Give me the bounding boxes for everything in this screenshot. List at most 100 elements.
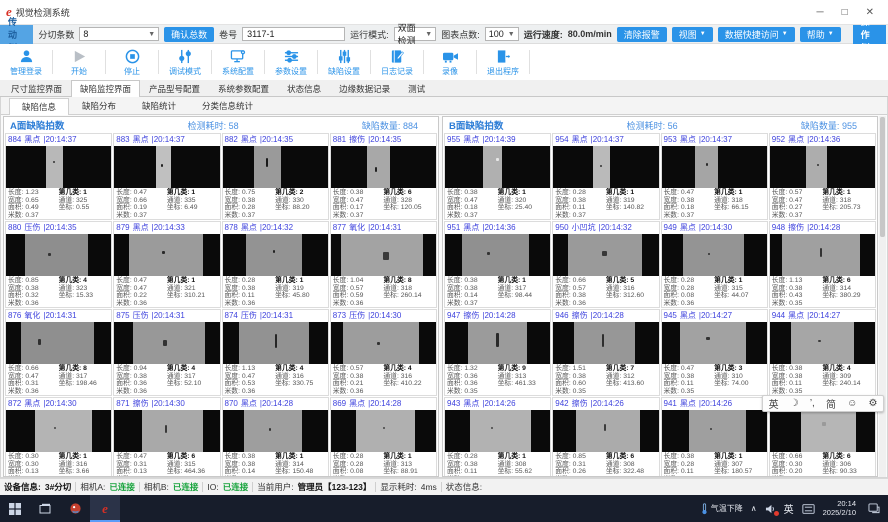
tab-edge-data-record[interactable]: 边缘数据记录 [330, 80, 399, 96]
run-mode-select[interactable]: 双面检测▼ [394, 27, 437, 41]
defect-image[interactable] [770, 410, 875, 453]
volume-icon[interactable] [765, 504, 776, 514]
maximize-button[interactable]: □ [842, 7, 848, 18]
tray-chevron-up-icon[interactable]: ∧ [751, 504, 757, 513]
subtab-defect-distribution[interactable]: 缺陷分布 [69, 97, 129, 114]
defect-image[interactable] [553, 146, 658, 189]
defect-image[interactable] [331, 234, 436, 277]
defect-cell[interactable]: 946 擦伤 |20:14:28 长度: 1.51 宽度: 0.38 面积: 0… [552, 309, 659, 396]
defect-image[interactable] [6, 322, 111, 365]
ime-simplified-toggle[interactable]: 简 [826, 396, 836, 411]
defect-cell[interactable]: 878 黑点 |20:14:32 长度: 0.28 宽度: 0.38 面积: 0… [222, 221, 329, 308]
defect-image[interactable] [553, 322, 658, 365]
touch-keyboard-icon[interactable] [802, 504, 815, 514]
defect-image[interactable] [331, 322, 436, 365]
defect-image[interactable] [445, 322, 550, 365]
defect-image[interactable] [662, 322, 767, 365]
defect-image[interactable] [6, 146, 111, 189]
defect-image[interactable] [553, 410, 658, 453]
subtab-defect-info[interactable]: 缺陷信息 [9, 98, 69, 115]
slit-count-select[interactable]: 8▼ [79, 27, 159, 41]
system-config-button[interactable]: 系统配置 [212, 45, 264, 79]
help-menu-button[interactable]: 帮助▼ [800, 27, 841, 42]
defect-cell[interactable]: 952 黑点 |20:14:36 长度: 0.57 宽度: 0.47 面积: 0… [769, 133, 876, 220]
defect-image[interactable] [662, 146, 767, 189]
defect-cell[interactable]: 873 压伤 |20:14:30 长度: 0.57 宽度: 0.38 面积: 0… [330, 309, 437, 396]
chart-points-select[interactable]: 100▼ [485, 27, 519, 41]
tab-defect-monitor[interactable]: 缺陷监控界面 [71, 80, 140, 97]
video-record-button[interactable]: 录像 [424, 45, 476, 79]
defect-cell[interactable]: 883 黑点 |20:14:37 长度: 0.47 宽度: 0.66 面积: 0… [113, 133, 220, 220]
defect-cell[interactable]: 950 小凹坑 |20:14:32 长度: 0.66 宽度: 0.57 面积: … [552, 221, 659, 308]
defect-cell[interactable]: 949 黑点 |20:14:30 长度: 0.28 宽度: 0.28 面积: 0… [661, 221, 768, 308]
parameter-settings-button[interactable]: 参数设置 [265, 45, 317, 79]
defect-cell[interactable]: 879 黑点 |20:14:33 长度: 0.47 宽度: 0.47 面积: 0… [113, 221, 220, 308]
defect-cell[interactable]: 884 黑点 |20:14:37 长度: 1.23 宽度: 0.65 面积: 0… [5, 133, 112, 220]
defect-image[interactable] [662, 234, 767, 277]
data-quick-access-button[interactable]: 数据快捷访问▼ [718, 27, 795, 42]
defect-cell[interactable]: 880 压伤 |20:14:35 长度: 0.85 宽度: 0.38 面积: 0… [5, 221, 112, 308]
defect-cell[interactable]: 881 擦伤 |20:14:35 长度: 0.38 宽度: 0.47 面积: 0… [330, 133, 437, 220]
ime-fullhalf-moon-icon[interactable]: ☽ [790, 398, 799, 409]
defect-cell[interactable]: 947 擦伤 |20:14:28 长度: 1.32 宽度: 0.36 面积: 0… [444, 309, 551, 396]
ime-settings-gear-icon[interactable]: ⚙ [868, 398, 877, 409]
defect-image[interactable] [223, 146, 328, 189]
defect-cell[interactable]: 871 擦伤 |20:14:30 长度: 0.47 宽度: 0.31 面积: 0… [113, 397, 220, 476]
defect-cell[interactable]: 874 压伤 |20:14:31 长度: 1.13 宽度: 0.47 面积: 0… [222, 309, 329, 396]
defect-image[interactable] [223, 234, 328, 277]
defect-cell[interactable]: 943 黑点 |20:14:26 长度: 0.28 宽度: 0.38 面积: 0… [444, 397, 551, 476]
start-button[interactable]: 开始 [53, 45, 105, 79]
defect-image[interactable] [770, 234, 875, 277]
defect-cell[interactable]: 942 擦伤 |20:14:26 长度: 0.85 宽度: 0.31 面积: 0… [552, 397, 659, 476]
tab-test[interactable]: 测试 [399, 80, 434, 96]
defect-image[interactable] [6, 410, 111, 453]
scrollbar-thumb[interactable] [880, 117, 885, 237]
defect-image[interactable] [445, 234, 550, 277]
subtab-class-info-statistics[interactable]: 分类信息统计 [189, 97, 266, 114]
defect-cell[interactable]: 954 黑点 |20:14:37 长度: 0.28 宽度: 0.38 面积: 0… [552, 133, 659, 220]
view-menu-button[interactable]: 视图▼ [672, 27, 713, 42]
defect-cell[interactable]: 869 黑点 |20:14:28 长度: 0.28 宽度: 0.28 面积: 0… [330, 397, 437, 476]
defect-cell[interactable]: 882 黑点 |20:14:35 长度: 0.75 宽度: 0.38 面积: 0… [222, 133, 329, 220]
tab-status-info[interactable]: 状态信息 [278, 80, 330, 96]
clear-alarm-button[interactable]: 清除报警 [617, 27, 667, 42]
task-view-icon[interactable] [30, 495, 60, 522]
exit-program-button[interactable]: 退出程序 [477, 45, 529, 79]
log-record-button[interactable]: 日志记录 [371, 45, 423, 79]
defect-image[interactable] [445, 410, 550, 453]
defect-image[interactable] [223, 322, 328, 365]
taskbar-clock[interactable]: 20:14 2025/2/10 [823, 500, 856, 517]
defect-image[interactable] [445, 146, 550, 189]
defect-cell[interactable]: 951 黑点 |20:14:36 长度: 0.38 宽度: 0.38 面积: 0… [444, 221, 551, 308]
roll-number-input[interactable]: 3117-1 [242, 27, 345, 41]
tab-size-monitor[interactable]: 尺寸监控界面 [2, 80, 71, 96]
subtab-defect-statistics[interactable]: 缺陷统计 [129, 97, 189, 114]
defect-image[interactable] [770, 322, 875, 365]
ime-language-badge[interactable]: 英 [784, 501, 794, 516]
defect-image[interactable] [662, 410, 767, 453]
tab-product-model-config[interactable]: 产品型号配置 [140, 80, 209, 96]
defect-image[interactable] [223, 410, 328, 453]
ime-emoji-icon[interactable]: ☺ [847, 398, 857, 409]
stop-button[interactable]: 停止 [106, 45, 158, 79]
defect-cell[interactable]: 877 氧化 |20:14:31 长度: 1.04 宽度: 0.57 面积: 0… [330, 221, 437, 308]
defect-cell[interactable]: 955 黑点 |20:14:39 长度: 0.38 宽度: 0.47 面积: 0… [444, 133, 551, 220]
defect-cell[interactable]: 944 黑点 |20:14:27 长度: 0.38 宽度: 0.38 面积: 0… [769, 309, 876, 396]
ime-punctuation-toggle[interactable]: ’, [810, 398, 815, 409]
defect-image[interactable] [770, 146, 875, 189]
vertical-scrollbar[interactable] [879, 116, 886, 477]
defect-settings-button[interactable]: 缺陷设置 [318, 45, 370, 79]
defect-image[interactable] [114, 410, 219, 453]
defect-cell[interactable]: 953 黑点 |20:14:37 长度: 0.47 宽度: 0.38 面积: 0… [661, 133, 768, 220]
defect-image[interactable] [114, 234, 219, 277]
ime-lang-toggle[interactable]: 英 [769, 396, 779, 411]
tab-system-param-config[interactable]: 系统参数配置 [209, 80, 278, 96]
defect-cell[interactable]: 945 黑点 |20:14:27 长度: 0.47 宽度: 0.38 面积: 0… [661, 309, 768, 396]
defect-cell[interactable]: 876 氧化 |20:14:31 长度: 0.66 宽度: 0.47 面积: 0… [5, 309, 112, 396]
confirm-total-button[interactable]: 确认总数 [164, 27, 214, 42]
defect-image[interactable] [553, 234, 658, 277]
defect-cell[interactable]: 948 擦伤 |20:14:28 长度: 1.13 宽度: 0.38 面积: 0… [769, 221, 876, 308]
pinned-app-icon[interactable] [60, 495, 90, 522]
minimize-button[interactable]: ─ [816, 7, 823, 18]
defect-cell[interactable]: 872 黑点 |20:14:30 长度: 0.30 宽度: 0.30 面积: 0… [5, 397, 112, 476]
